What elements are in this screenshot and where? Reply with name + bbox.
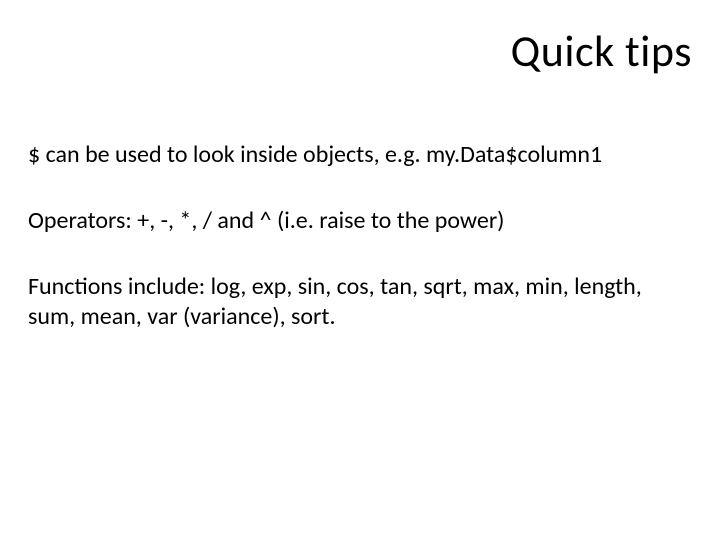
paragraph-dollar: $ can be used to look inside objects, e.… bbox=[28, 140, 692, 170]
slide-title: Quick tips bbox=[28, 24, 692, 78]
paragraph-functions: Functions include: log, exp, sin, cos, t… bbox=[28, 272, 692, 332]
paragraph-operators: Operators: +, -, *, / and ^ (i.e. raise … bbox=[28, 206, 692, 236]
